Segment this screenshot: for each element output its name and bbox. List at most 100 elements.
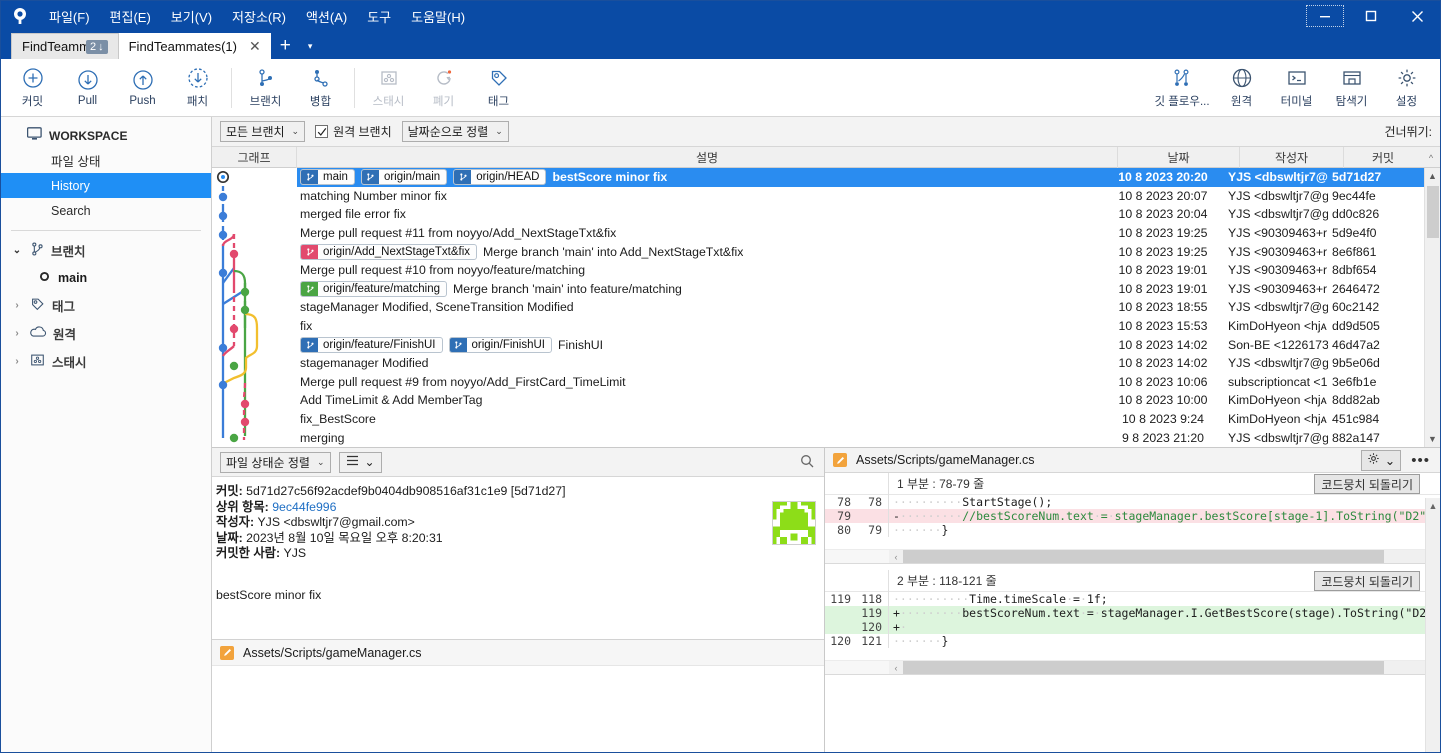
menu-repository[interactable]: 저장소(R) [222, 3, 296, 30]
toolbar-discard-button[interactable]: 폐기 [416, 60, 471, 116]
tab-findteammates1[interactable]: FindTeammates(1) ✕ [118, 33, 271, 59]
commit-date: 10 8 2023 19:25 [1118, 226, 1208, 241]
view-mode-button[interactable]: ⌄ [338, 451, 382, 473]
table-row[interactable]: Add TimeLimit & Add MemberTag 10 8 2023 … [297, 391, 1424, 410]
column-header-description[interactable]: 설명 [297, 147, 1118, 168]
sidebar-tree-branches[interactable]: ⌄ 브랜치 [1, 236, 211, 264]
scroll-up-icon[interactable]: ▲ [1425, 168, 1441, 184]
maximize-button[interactable] [1348, 1, 1394, 31]
diff-vertical-scrollbar[interactable]: ▲ [1425, 498, 1440, 752]
table-row[interactable]: Merge pull request #10 from noyyo/featur… [297, 261, 1424, 280]
stash-icon [29, 352, 46, 371]
close-button[interactable] [1394, 1, 1440, 31]
tab-list-dropdown-icon[interactable]: ▾ [300, 33, 321, 59]
table-row[interactable]: stagemanager Modified 10 8 2023 14:02 YJ… [297, 354, 1424, 373]
scroll-left-icon[interactable]: ‹ [889, 552, 903, 562]
toolbar-gitflow-button[interactable]: 깃 플로우... [1150, 59, 1214, 115]
column-header-graph[interactable]: 그래프 [212, 147, 297, 168]
toolbar-fetch-button[interactable]: 패치 [170, 60, 225, 116]
new-tab-button[interactable]: + [271, 33, 300, 59]
scrollbar-track[interactable]: ‹ › [889, 661, 1440, 674]
file-sort-dropdown[interactable]: 파일 상태순 정렬 ⌄ [220, 451, 331, 473]
tab-findteammate[interactable]: FindTeammate 2 ↓ [11, 33, 119, 59]
sidebar-workspace-header[interactable]: WORKSPACE [1, 123, 211, 148]
scroll-left-icon[interactable]: ‹ [889, 663, 903, 673]
sort-order-dropdown[interactable]: 날짜순으로 정렬 ⌄ [401, 121, 509, 142]
ref-badge[interactable]: origin/feature/FinishUI [300, 336, 443, 353]
toolbar-branch-button[interactable]: 브랜치 [238, 60, 293, 116]
table-row[interactable]: matching Number minor fix 10 8 2023 20:0… [297, 187, 1424, 206]
toolbar-remote-button[interactable]: 원격 [1214, 59, 1269, 115]
table-row[interactable]: origin/feature/FinishUI origin/FinishUI … [297, 335, 1424, 354]
revert-hunk-button[interactable]: 코드뭉치 되돌리기 [1314, 571, 1420, 591]
table-row[interactable]: Merge pull request #9 from noyyo/Add_Fir… [297, 373, 1424, 392]
sidebar-item-history[interactable]: History [1, 173, 211, 198]
table-row[interactable]: fix_BestScore 10 8 2023 9:24 KimDoHyeon … [297, 410, 1424, 429]
chevron-down-icon[interactable]: ⌄ [11, 245, 23, 256]
commit-list[interactable]: main origin/main origin/HEAD bestScore m… [212, 168, 1440, 448]
sidebar-tree-stashes[interactable]: › 스태시 [1, 347, 211, 375]
commit-parent-value[interactable]: 9ec44fe996 [272, 500, 336, 514]
hunk-horizontal-scrollbar[interactable]: ‹ › [825, 549, 1440, 563]
tab-close-icon[interactable]: ✕ [249, 39, 261, 53]
sidebar-branch-main[interactable]: main [1, 264, 211, 291]
ref-badge[interactable]: origin/FinishUI [448, 336, 552, 353]
scrollbar-thumb[interactable] [903, 550, 1384, 563]
remote-branches-checkbox[interactable]: 원격 브랜치 [315, 123, 392, 140]
menu-tools[interactable]: 도구 [357, 3, 401, 30]
table-row[interactable]: fix 10 8 2023 15:53 KimDoHyeon <hjᴀ dd9d… [297, 317, 1424, 336]
toolbar-stash-button[interactable]: 스태시 [361, 60, 416, 116]
sidebar-tree-tags[interactable]: › 태그 [1, 291, 211, 319]
table-row[interactable]: Merge pull request #11 from noyyo/Add_Ne… [297, 224, 1424, 243]
ref-badge[interactable]: origin/feature/matching [300, 280, 447, 297]
branch-filter-dropdown[interactable]: 모든 브랜치 ⌄ [220, 121, 306, 142]
chevron-right-icon[interactable]: › [11, 300, 23, 311]
scroll-down-icon[interactable]: ▼ [1425, 431, 1441, 447]
chevron-right-icon[interactable]: › [11, 356, 23, 367]
scrollbar-track[interactable]: ‹ › [889, 550, 1440, 563]
search-icon[interactable] [800, 454, 814, 471]
toolbar-terminal-button[interactable]: 터미널 [1269, 59, 1324, 115]
table-row[interactable]: origin/Add_NextStageTxt&fix Merge branch… [297, 242, 1424, 261]
table-row[interactable]: merged file error fix 10 8 2023 20:04 YJ… [297, 205, 1424, 224]
menu-view[interactable]: 보기(V) [161, 3, 222, 30]
table-row[interactable]: origin/feature/matching Merge branch 'ma… [297, 280, 1424, 299]
ref-badge[interactable]: main [300, 169, 355, 186]
table-row[interactable]: merging 9 8 2023 21:20 YJS <dbswltjr7@g … [297, 428, 1424, 447]
column-header-author[interactable]: 작성자 [1240, 147, 1344, 168]
scroll-up-icon[interactable]: ▲ [1426, 498, 1440, 513]
table-row[interactable]: main origin/main origin/HEAD bestScore m… [297, 168, 1424, 187]
more-options-icon[interactable]: ••• [1411, 452, 1436, 469]
commit-list-scrollbar[interactable]: ▲ ▼ [1424, 168, 1440, 447]
ref-badge[interactable]: origin/main [360, 169, 448, 186]
sidebar-tree-remotes[interactable]: › 원격 [1, 319, 211, 347]
list-item[interactable]: Assets/Scripts/gameManager.cs [212, 640, 824, 666]
toolbar-explorer-button[interactable]: 탐색기 [1324, 59, 1379, 115]
ref-badge[interactable]: origin/Add_NextStageTxt&fix [300, 243, 478, 260]
hunk-horizontal-scrollbar[interactable]: ‹ › [825, 660, 1440, 674]
revert-hunk-button[interactable]: 코드뭉치 되돌리기 [1314, 474, 1420, 494]
column-header-date[interactable]: 날짜 [1118, 147, 1240, 168]
sidebar-branch-label: main [58, 270, 88, 285]
toolbar-settings-button[interactable]: 설정 [1379, 59, 1434, 115]
menu-help[interactable]: 도움말(H) [401, 3, 475, 30]
menu-file[interactable]: 파일(F) [39, 3, 100, 30]
column-header-commit[interactable]: 커밋 [1344, 147, 1422, 168]
ref-badge[interactable]: origin/HEAD [453, 169, 547, 186]
menu-edit[interactable]: 편집(E) [100, 3, 161, 30]
toolbar-commit-button[interactable]: 커밋 [5, 60, 60, 116]
sidebar-item-search[interactable]: Search [1, 198, 211, 223]
diff-settings-button[interactable]: ⌄ [1360, 449, 1402, 471]
toolbar-push-button[interactable]: Push [115, 60, 170, 116]
main-area: WORKSPACE 파일 상태 History Search ⌄ 브랜치 mai… [1, 117, 1440, 752]
scrollbar-thumb[interactable] [1427, 186, 1439, 238]
table-row[interactable]: stageManager Modified, SceneTransition M… [297, 298, 1424, 317]
scrollbar-thumb[interactable] [903, 661, 1384, 674]
minimize-button[interactable] [1302, 1, 1348, 31]
menu-actions[interactable]: 액션(A) [296, 3, 357, 30]
sidebar-item-file-status[interactable]: 파일 상태 [1, 148, 211, 173]
chevron-right-icon[interactable]: › [11, 328, 23, 339]
toolbar-tag-button[interactable]: 태그 [471, 60, 526, 116]
toolbar-merge-button[interactable]: 병합 [293, 60, 348, 116]
toolbar-pull-button[interactable]: Pull [60, 60, 115, 116]
